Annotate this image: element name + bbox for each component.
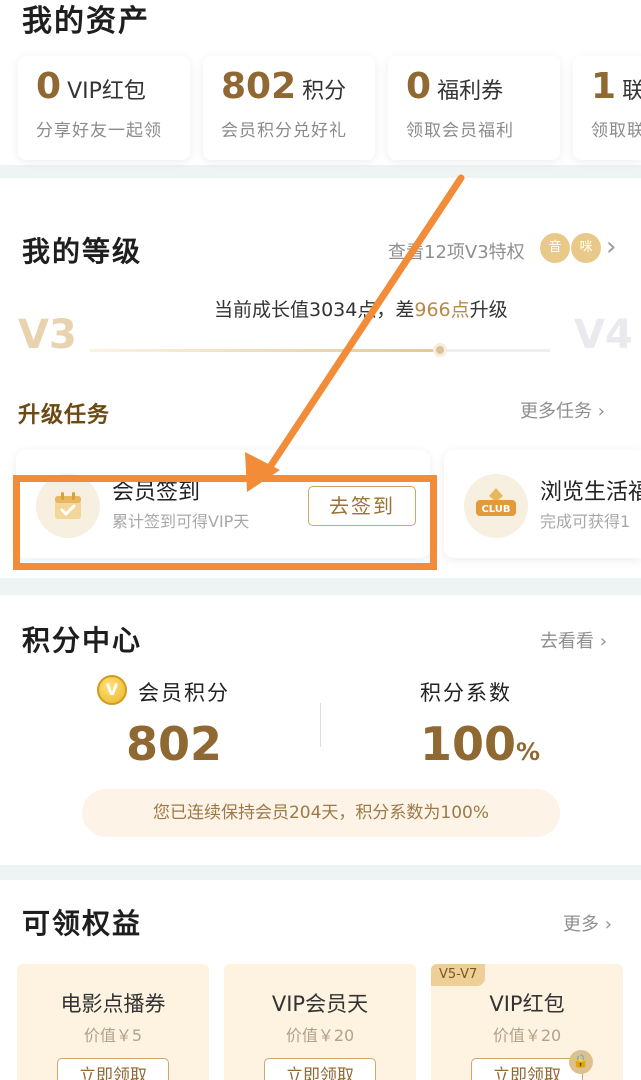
coef-unit: %	[516, 738, 541, 766]
benefits-section: 可领权益 更多 › 电影点播券 价值￥5 立即领取 VIP会员天 价值￥20 立…	[0, 880, 641, 1080]
benefit-card-vip-days[interactable]: VIP会员天 价值￥20 立即领取	[224, 964, 416, 1080]
benefit-card-vip-redpacket[interactable]: V5-V7 VIP红包 价值￥20 立即领取 🔒	[431, 964, 623, 1080]
benefit-card-movie[interactable]: 电影点播券 价值￥5 立即领取	[17, 964, 209, 1080]
level-range-tag: V5-V7	[431, 964, 486, 986]
benefit-name: VIP红包	[489, 992, 565, 1016]
benefit-price: 价值￥20	[285, 1026, 355, 1045]
member-points-value: 802	[126, 717, 223, 771]
points-coef-value: 100%	[420, 717, 540, 771]
benefits-more-label: 更多	[563, 914, 599, 935]
benefit-name: 电影点播券	[60, 992, 166, 1016]
points-coef-label: 积分系数	[420, 681, 512, 705]
points-divider	[320, 703, 321, 747]
points-section: 积分中心 去看看 › V 会员积分 802 积分系数 100% 您已连续保持会员…	[0, 595, 641, 865]
claim-button[interactable]: 立即领取	[57, 1058, 169, 1080]
benefits-more-link[interactable]: 更多 ›	[563, 910, 612, 936]
coef-number: 100	[420, 717, 517, 771]
claim-button[interactable]: 立即领取	[471, 1058, 583, 1080]
points-go-label: 去看看	[540, 631, 594, 652]
claim-button[interactable]: 立即领取	[264, 1058, 376, 1080]
benefit-price: 价值￥20	[492, 1026, 562, 1045]
benefit-price: 价值￥5	[83, 1026, 143, 1045]
member-points-label: 会员积分	[138, 681, 230, 705]
chevron-right-icon: ›	[604, 914, 612, 935]
points-title: 积分中心	[22, 624, 143, 657]
lock-icon: 🔒	[569, 1050, 593, 1074]
benefit-name: VIP会员天	[271, 992, 369, 1016]
membership-streak-note: 您已连续保持会员204天，积分系数为100%	[82, 789, 560, 837]
vip-coin-icon: V	[97, 675, 127, 705]
chevron-right-icon: ›	[599, 631, 607, 652]
points-go-link[interactable]: 去看看 ›	[540, 627, 607, 653]
benefits-title: 可领权益	[22, 907, 143, 940]
